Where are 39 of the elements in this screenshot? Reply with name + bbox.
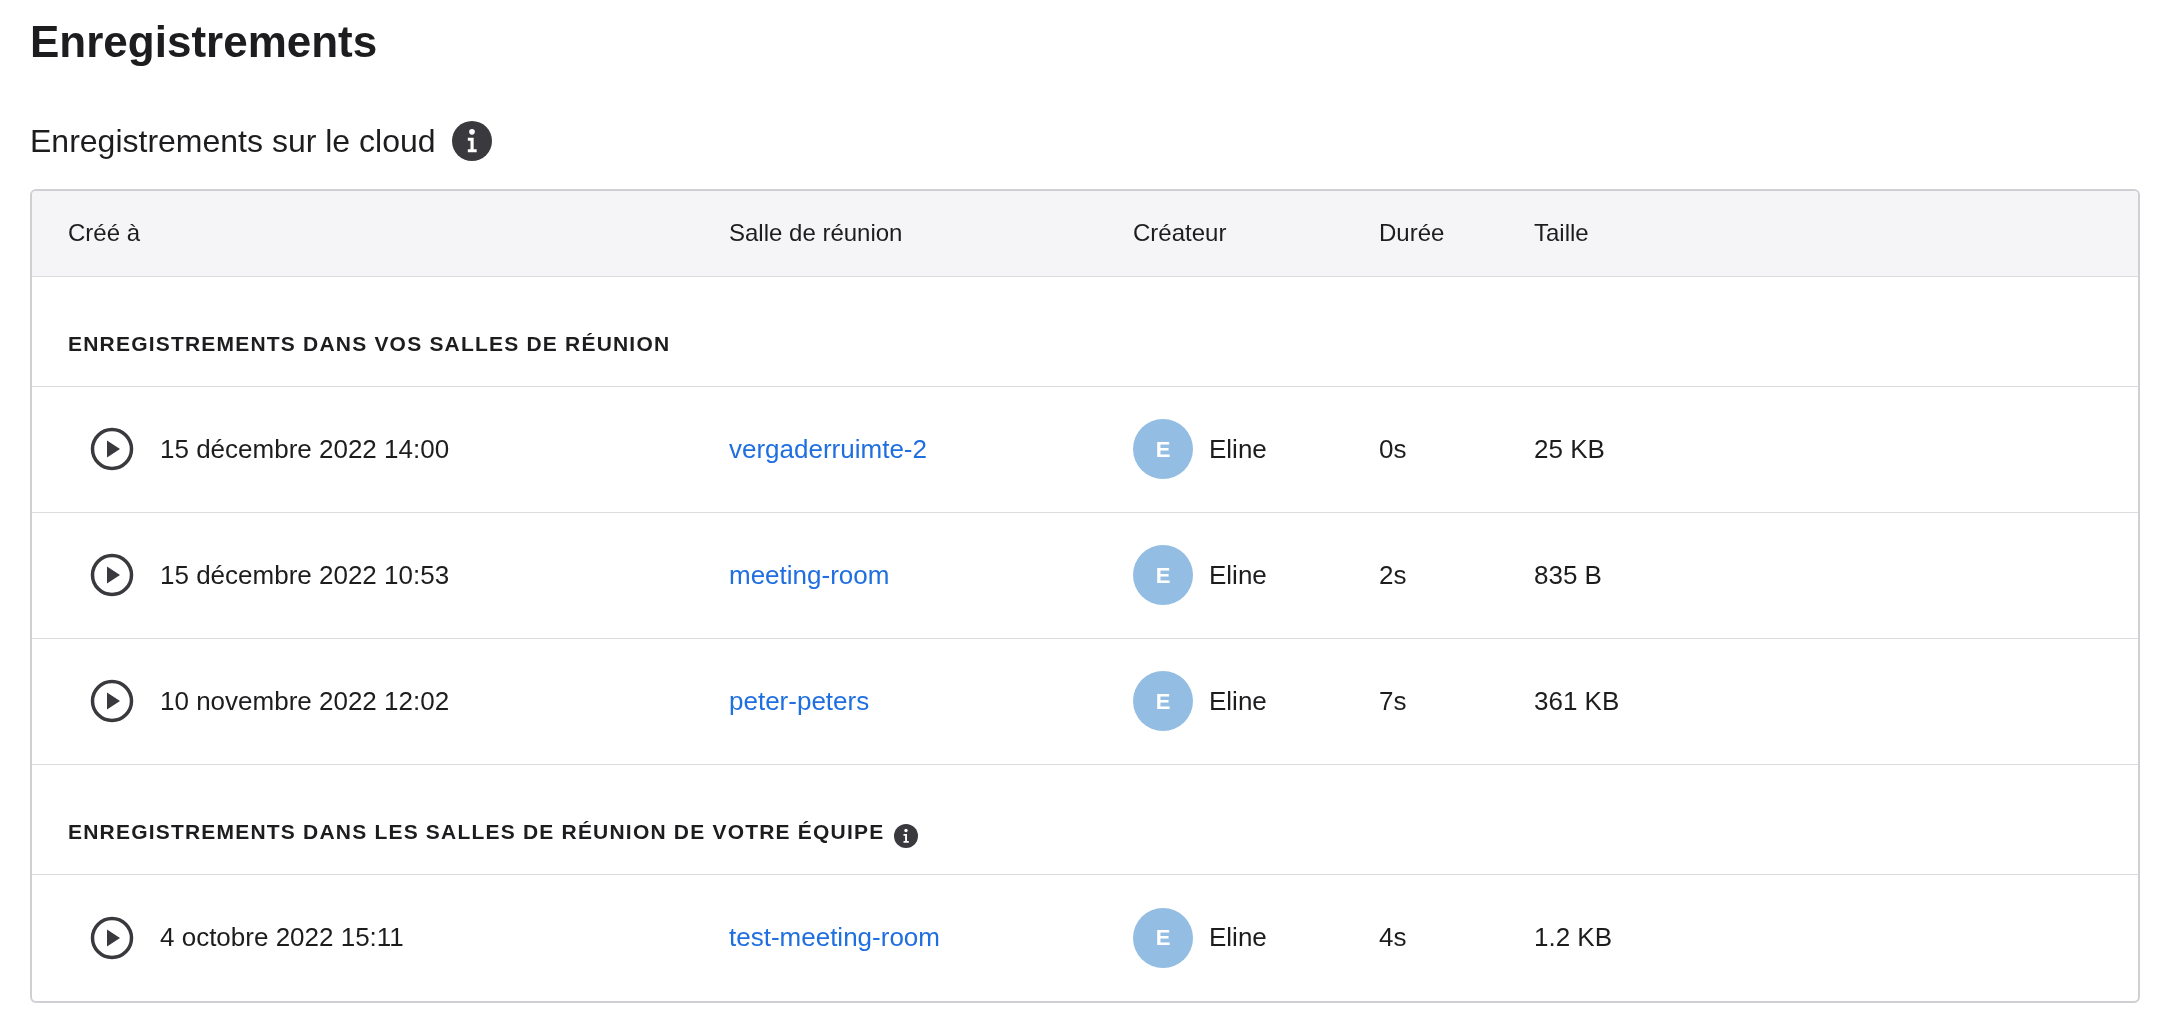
play-icon[interactable]: [90, 679, 134, 724]
play-icon[interactable]: [90, 427, 134, 472]
room-link[interactable]: test-meeting-room: [729, 922, 940, 953]
size-cell-text: 835 B: [1534, 558, 1603, 592]
avatar: E: [1133, 671, 1193, 732]
column-header: Taille: [1534, 218, 1590, 249]
creator-name: Eline: [1209, 558, 1267, 592]
room-link[interactable]: meeting-room: [729, 559, 890, 590]
avatar: E: [1133, 419, 1193, 480]
group-title: ENREGISTREMENTS DANS LES SALLES DE RÉUNION DE VOTRE ÉQUIPE: [68, 819, 885, 846]
created-date: 15 décembre 2022 14:00: [160, 432, 450, 466]
play-icon[interactable]: [90, 915, 134, 960]
created-date: 15 décembre 2022 10:53: [160, 558, 450, 592]
duration-cell-text: 0s: [1379, 432, 1408, 466]
creator-name: Eline: [1209, 921, 1267, 955]
creator-name: Eline: [1209, 432, 1267, 466]
created-date: 10 novembre 2022 12:02: [160, 684, 450, 718]
play-icon[interactable]: [90, 553, 134, 598]
creator-name: Eline: [1209, 684, 1267, 718]
room-link[interactable]: peter-peters: [729, 685, 870, 716]
group-title: ENREGISTREMENTS DANS VOS SALLES DE RÉUNION: [68, 331, 671, 358]
duration-cell-text: 7s: [1379, 684, 1408, 718]
avatar: E: [1133, 907, 1193, 968]
created-date: 4 octobre 2022 15:11: [160, 921, 404, 955]
duration-cell-text: 2s: [1379, 558, 1408, 592]
size-cell-text: 361 KB: [1534, 684, 1621, 718]
column-header: Salle de réunion: [729, 218, 904, 249]
duration-cell-text: 4s: [1379, 921, 1408, 955]
info-icon[interactable]: [451, 120, 492, 161]
size-cell-text: 1.2 KB: [1534, 921, 1614, 955]
column-header: Créé à: [67, 218, 142, 249]
column-header: Durée: [1379, 218, 1446, 249]
page-title: Enregistrements: [30, 16, 379, 68]
section-title: Enregistrements sur le cloud: [30, 121, 436, 160]
size-cell-text: 25 KB: [1534, 432, 1606, 466]
column-header: Créateur: [1133, 218, 1228, 249]
avatar: E: [1133, 545, 1193, 606]
info-icon[interactable]: [894, 823, 919, 848]
room-link[interactable]: vergaderruimte-2: [729, 433, 927, 464]
